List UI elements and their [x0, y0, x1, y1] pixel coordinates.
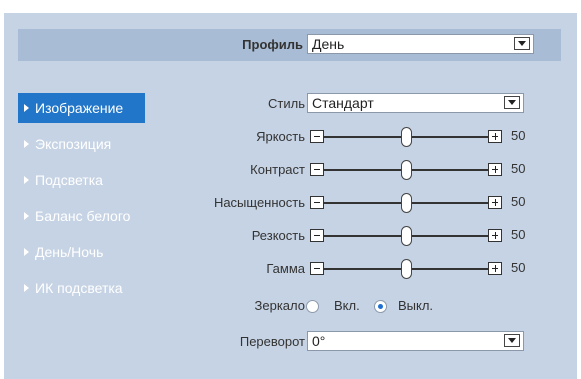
minus-icon[interactable]: [310, 196, 324, 209]
flip-select[interactable]: 0°: [307, 331, 524, 351]
saturation-slider[interactable]: 50: [310, 193, 525, 214]
gamma-label: Гамма: [266, 261, 305, 276]
gamma-slider[interactable]: 50: [310, 259, 525, 280]
sidebar-item-image[interactable]: Изображение: [18, 93, 145, 123]
minus-icon[interactable]: [310, 163, 324, 176]
profile-bar: Профиль День: [18, 29, 561, 61]
slider-thumb[interactable]: [401, 127, 412, 147]
minus-icon[interactable]: [310, 130, 324, 143]
sidebar-item-ir-light[interactable]: ИК подсветка: [18, 273, 145, 309]
sidebar: Изображение Экспозиция Подсветка Баланс …: [18, 93, 145, 309]
style-value: Стандарт: [312, 95, 374, 111]
mirror-label: Зеркало: [254, 298, 305, 313]
style-select[interactable]: Стандарт: [307, 93, 524, 113]
flip-value: 0°: [312, 333, 326, 349]
sidebar-item-label: ИК подсветка: [35, 280, 123, 296]
sidebar-item-label: День/Ночь: [35, 244, 104, 260]
brightness-slider[interactable]: 50: [310, 127, 525, 148]
slider-value: 50: [511, 227, 526, 242]
caret-right-icon: [24, 176, 29, 184]
mirror-off-radio[interactable]: [374, 300, 387, 313]
profile-label: Профиль: [242, 37, 303, 52]
mirror-on-radio[interactable]: [306, 300, 319, 313]
minus-icon[interactable]: [310, 262, 324, 275]
profile-select[interactable]: День: [307, 34, 534, 54]
sidebar-item-label: Баланс белого: [35, 208, 131, 224]
flip-label: Переворот: [239, 334, 305, 349]
plus-icon[interactable]: [488, 229, 502, 242]
style-label: Стиль: [268, 96, 305, 111]
profile-value: День: [312, 36, 345, 52]
slider-value: 50: [511, 260, 526, 275]
mirror-on-label: Вкл.: [334, 298, 360, 313]
caret-right-icon: [24, 140, 29, 148]
sharpness-label: Резкость: [251, 228, 305, 243]
sidebar-item-label: Экспозиция: [35, 136, 112, 152]
chevron-down-icon: [504, 96, 520, 109]
sidebar-item-day-night[interactable]: День/Ночь: [18, 237, 145, 273]
sharpness-slider[interactable]: 50: [310, 226, 525, 247]
sidebar-item-backlight[interactable]: Подсветка: [18, 165, 145, 201]
caret-right-icon: [24, 104, 29, 112]
slider-thumb[interactable]: [401, 193, 412, 213]
plus-icon[interactable]: [488, 262, 502, 275]
mirror-off-label: Выкл.: [398, 298, 434, 313]
sidebar-item-label: Подсветка: [35, 172, 103, 188]
sidebar-item-label: Изображение: [35, 100, 124, 116]
caret-right-icon: [24, 248, 29, 256]
sidebar-item-exposure[interactable]: Экспозиция: [18, 129, 145, 165]
chevron-down-icon: [514, 37, 530, 50]
plus-icon[interactable]: [488, 130, 502, 143]
caret-right-icon: [24, 284, 29, 292]
sidebar-item-white-balance[interactable]: Баланс белого: [18, 201, 145, 237]
plus-icon[interactable]: [488, 196, 502, 209]
slider-value: 50: [511, 128, 526, 143]
slider-thumb[interactable]: [401, 160, 412, 180]
chevron-down-icon: [504, 334, 520, 347]
minus-icon[interactable]: [310, 229, 324, 242]
slider-thumb[interactable]: [401, 259, 412, 279]
slider-value: 50: [511, 194, 526, 209]
contrast-label: Контраст: [250, 162, 305, 177]
slider-value: 50: [511, 161, 526, 176]
settings-panel: Профиль День Изображение Экспозиция Подс…: [4, 13, 577, 379]
plus-icon[interactable]: [488, 163, 502, 176]
slider-thumb[interactable]: [401, 226, 412, 246]
brightness-label: Яркость: [256, 129, 305, 144]
saturation-label: Насыщенность: [213, 195, 305, 210]
contrast-slider[interactable]: 50: [310, 160, 525, 181]
caret-right-icon: [24, 212, 29, 220]
